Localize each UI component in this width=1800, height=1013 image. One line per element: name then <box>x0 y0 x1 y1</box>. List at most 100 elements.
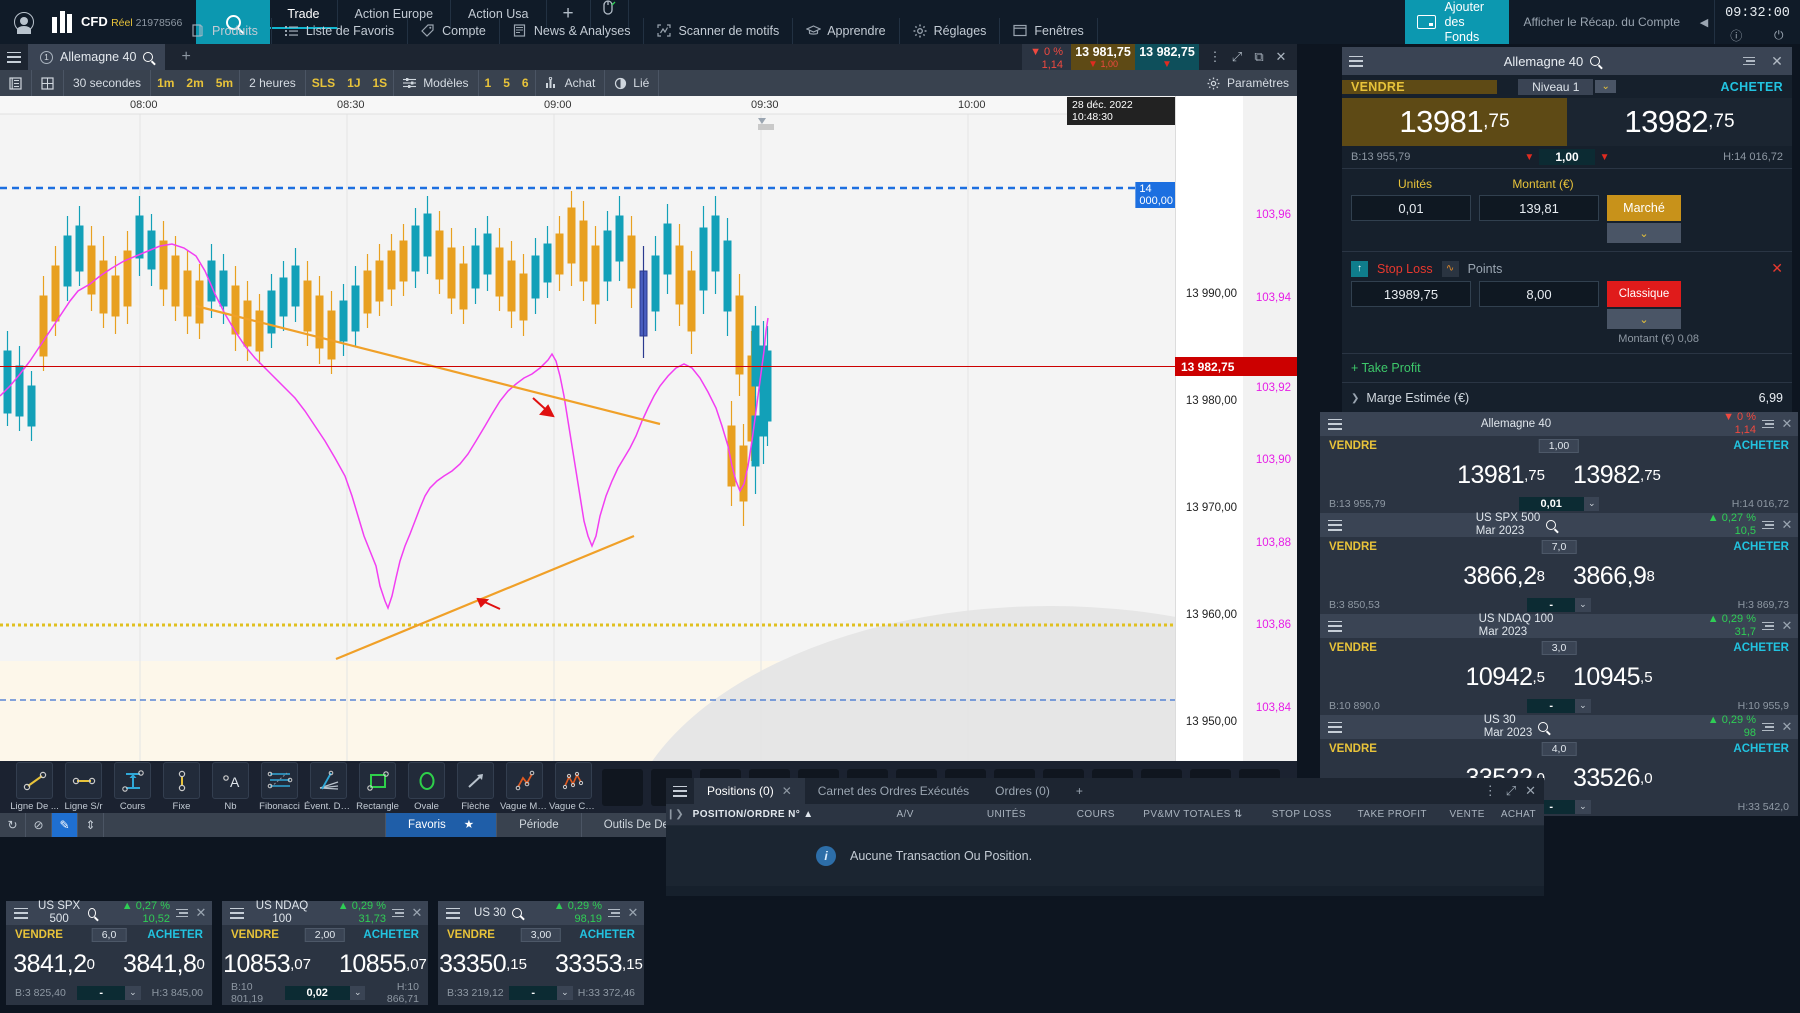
model-1[interactable]: 1 <box>479 70 498 96</box>
col-achat[interactable]: ACHAT <box>1493 809 1544 820</box>
col-cours[interactable]: COURS <box>1034 809 1123 820</box>
model-5[interactable]: 5 <box>497 70 516 96</box>
ticket-spread[interactable]: 1,00 <box>1539 439 1579 453</box>
deal-menu-button[interactable] <box>1342 48 1370 74</box>
expand-all-icon[interactable]: ❙❯ <box>666 809 685 820</box>
ticket-sell-button[interactable]: 3866,28 <box>1320 557 1559 595</box>
ticket-buy-button[interactable]: 10855,07 <box>325 945 428 983</box>
ticket-menu-button[interactable] <box>438 908 468 919</box>
ticket-options-button[interactable] <box>390 909 406 918</box>
subnav-news-analyses[interactable]: News & Analyses <box>500 18 645 44</box>
deal-qty-field[interactable]: 1,00 <box>1539 149 1594 165</box>
order-type-button[interactable]: Marché <box>1607 195 1681 221</box>
chevron-down-icon[interactable]: ⌄ <box>1575 699 1591 713</box>
ticket-options-button[interactable] <box>1760 622 1776 631</box>
col-position-ordre[interactable]: POSITION/ORDRE N° ▲ <box>685 809 889 820</box>
move-vertical-icon[interactable]: ⇕ <box>78 813 104 837</box>
chevron-down-icon[interactable]: ⌄ <box>125 986 141 1000</box>
chart-popout-icon[interactable]: ⧉ <box>1249 49 1269 65</box>
span-selector[interactable]: 2 heures <box>240 70 306 96</box>
draw-tool-fan[interactable]: Évent. De ... <box>304 762 353 812</box>
ticket-close-icon[interactable]: ✕ <box>190 905 212 921</box>
ticket-menu-button[interactable] <box>222 908 252 919</box>
trailing-wave-icon[interactable]: ∿ <box>1442 261 1459 277</box>
estimated-margin-row[interactable]: ❯ Marge Estimée (€) 6,99 <box>1342 382 1792 413</box>
chart-options-icon[interactable]: ⋮ <box>1205 49 1225 65</box>
chart-settings-label[interactable]: Paramètres <box>1227 76 1289 90</box>
subnav-fenetres[interactable]: Fenêtres <box>1000 18 1097 44</box>
timeframe-2m[interactable]: 2m <box>180 70 209 96</box>
deal-close-icon[interactable]: ✕ <box>1762 53 1792 70</box>
ticket-sell-button[interactable]: 3841,20 <box>6 945 109 983</box>
ticket-spread[interactable]: 7,0 <box>1542 540 1577 554</box>
ticket-options-button[interactable] <box>174 909 190 918</box>
stop-type-chevron-down-icon[interactable]: ⌄ <box>1607 309 1681 329</box>
chart-bid-button[interactable]: 13 981,75 ▼ 1,00 <box>1071 44 1135 70</box>
chart-expand-icon[interactable]: ⤢ <box>1227 49 1247 65</box>
models-button[interactable]: Modèles <box>394 70 478 96</box>
chart-add-tab-button[interactable]: + <box>165 48 206 66</box>
increase-qty-icon[interactable]: ▼ <box>1600 152 1610 163</box>
positions-tab-carnet-ordres[interactable]: Carnet des Ordres Exécutés <box>805 778 982 804</box>
subnav-compte[interactable]: Compte <box>408 18 500 44</box>
ticket-menu-button[interactable] <box>1320 621 1350 632</box>
ticket-close-icon[interactable]: ✕ <box>1776 618 1798 634</box>
amount-input[interactable]: 139,81 <box>1479 195 1599 221</box>
timeframe-5m[interactable]: 5m <box>210 70 240 96</box>
search-icon[interactable] <box>1538 722 1548 732</box>
ticket-qty[interactable]: - <box>509 986 557 1000</box>
ticket-menu-button[interactable] <box>1320 419 1350 430</box>
ticket-buy-button[interactable]: 3866,98 <box>1559 557 1798 595</box>
account-summary-link[interactable]: Afficher le Récap. du Compte <box>1509 0 1694 44</box>
current-price-tag[interactable]: 13 982,75 <box>1175 357 1297 376</box>
col-vente[interactable]: VENTE <box>1435 809 1493 820</box>
ticket-menu-button[interactable] <box>1320 520 1350 531</box>
undo-icon[interactable]: ↻ <box>0 813 26 837</box>
subnav-produits[interactable]: Produits <box>178 18 272 44</box>
deal-sell-price-button[interactable]: 13981,75 <box>1342 98 1567 146</box>
ticket-qty[interactable]: - <box>77 986 125 1000</box>
ticket-close-icon[interactable]: ✕ <box>622 905 644 921</box>
positions-tab-positions[interactable]: Positions (0) ✕ <box>694 778 805 804</box>
ticket-options-button[interactable] <box>606 909 622 918</box>
search-icon[interactable] <box>88 908 96 918</box>
ticket-spread[interactable]: 2,00 <box>305 928 345 942</box>
draw-tool-text-annotation[interactable]: A Nb <box>206 762 255 812</box>
user-account-button[interactable] <box>0 0 48 44</box>
timeframe-selector[interactable]: 30 secondes <box>64 70 151 96</box>
ticket-close-icon[interactable]: ✕ <box>1776 517 1798 533</box>
ticket-options-button[interactable] <box>1760 521 1776 530</box>
draw-tool-support-resistance[interactable]: Ligne S/r <box>59 762 108 812</box>
stop-loss-points-input[interactable]: 8,00 <box>1479 281 1599 307</box>
positions-options-icon[interactable]: ⋮ <box>1484 783 1497 799</box>
timeframe-1m[interactable]: 1m <box>151 70 180 96</box>
positions-close-icon[interactable]: ✕ <box>1525 783 1536 799</box>
level-price-tag[interactable]: 14 000,00 <box>1135 182 1177 208</box>
search-icon[interactable] <box>1590 56 1600 66</box>
draw-tool-fibonacci[interactable]: Fibonacci <box>255 762 304 812</box>
ticket-close-icon[interactable]: ✕ <box>1776 416 1798 432</box>
ticket-close-icon[interactable]: ✕ <box>406 905 428 921</box>
ticket-spread[interactable]: 3,00 <box>521 928 561 942</box>
chevron-down-icon[interactable]: ⌄ <box>1575 598 1591 612</box>
bottom-tab-favoris[interactable]: Favoris ★ <box>385 813 496 837</box>
search-icon[interactable] <box>512 908 522 918</box>
chevron-down-icon[interactable]: ⌄ <box>350 986 366 1000</box>
ticket-spread[interactable]: 6,0 <box>92 928 127 942</box>
chevron-down-icon[interactable]: ⌄ <box>1595 80 1615 93</box>
draw-tool-arrow[interactable]: Flèche <box>451 762 500 812</box>
ticket-sell-button[interactable]: 10853,07 <box>222 945 325 983</box>
draw-tool-trend-line[interactable]: Ligne De ... <box>10 762 59 812</box>
chart-close-icon[interactable]: ✕ <box>1271 49 1291 65</box>
chart-y-axis-right[interactable]: 103,96 103,94 103,92 103,90 103,88 103,8… <box>1243 96 1297 769</box>
order-type-chevron-down-icon[interactable]: ⌄ <box>1607 223 1681 243</box>
search-icon[interactable] <box>143 52 153 62</box>
model-6[interactable]: 6 <box>516 70 536 96</box>
ticket-options-button[interactable] <box>1760 420 1776 429</box>
subnav-liste-de-favoris[interactable]: Liste de Favoris <box>272 18 408 44</box>
ticket-qty[interactable]: 0,01 <box>1519 497 1584 511</box>
chart-menu-button[interactable] <box>0 44 28 70</box>
span-1s[interactable]: 1S <box>367 70 395 96</box>
ticket-sell-button[interactable]: 10942,5 <box>1320 658 1559 696</box>
ticket-buy-button[interactable]: 3841,80 <box>109 945 212 983</box>
